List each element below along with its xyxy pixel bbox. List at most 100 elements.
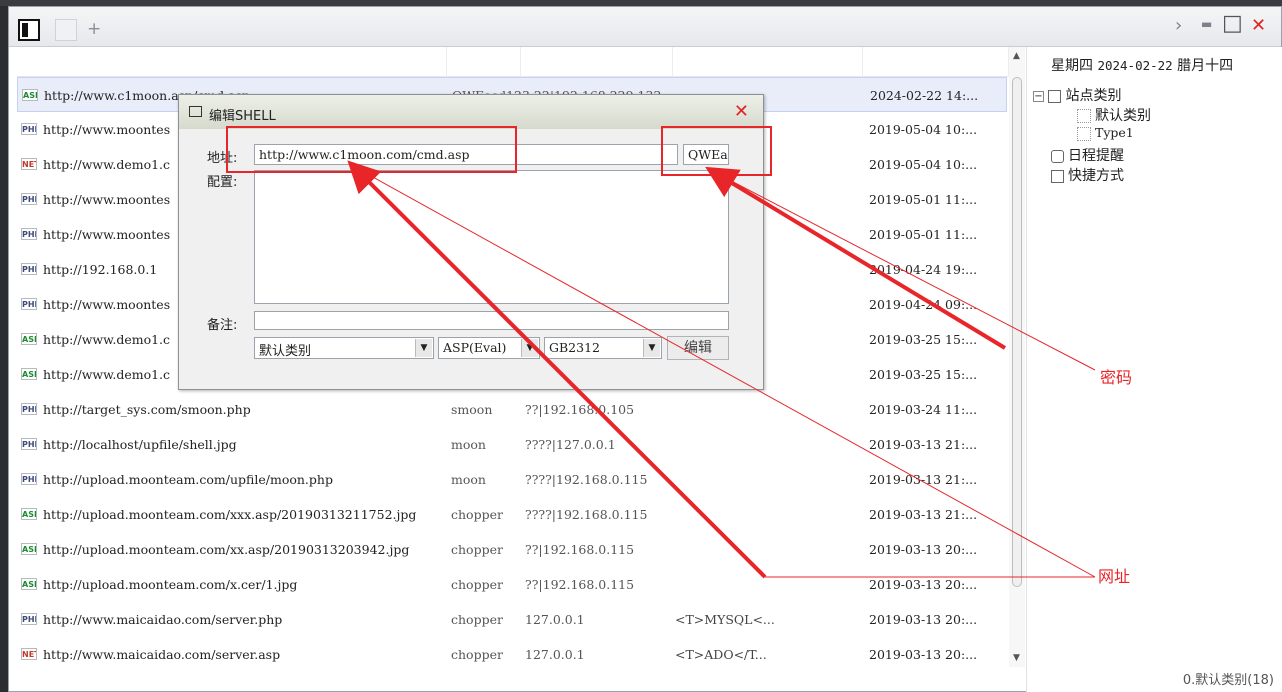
row-ip: ????|192.168.0.115: [525, 472, 648, 487]
script-type-select[interactable]: ASP(Eval) ▼: [438, 337, 540, 359]
row-ip: ????|192.168.0.115: [525, 507, 648, 522]
category-icon: [1077, 126, 1091, 141]
tree-node-type1[interactable]: Type1: [1077, 125, 1134, 141]
header-col-note[interactable]: [447, 47, 521, 77]
row-time: 2019-03-25 15:...: [869, 367, 978, 382]
config-label: 配置:: [207, 175, 238, 190]
weekday: 星期四: [1051, 58, 1093, 74]
row-url: http://upload.moonteam.com/xx.asp/201903…: [43, 542, 410, 557]
row-url: http://www.maicaidao.com/server.php: [43, 612, 283, 627]
row-ip: 127.0.0.1: [525, 647, 585, 662]
row-ip: ????|127.0.0.1: [525, 437, 616, 452]
config-textarea[interactable]: [254, 170, 729, 304]
php-file-icon: PHP: [21, 298, 37, 310]
header-col-time[interactable]: [863, 47, 1009, 77]
row-time: 2019-03-24 11:...: [869, 402, 978, 417]
panel-toggle-button[interactable]: [18, 19, 40, 41]
row-time: 2024-02-22 14:...: [870, 88, 979, 103]
password-annotation: 密码: [1100, 368, 1133, 387]
php-file-icon: PHP: [21, 263, 37, 275]
encoding-select[interactable]: GB2312 ▼: [544, 337, 662, 359]
chevron-down-icon: ▼: [643, 339, 660, 357]
asp-file-icon: ASP: [22, 89, 38, 101]
table-row[interactable]: ASP http://upload.moonteam.com/xx.asp/201…: [17, 532, 1007, 567]
row-note: chopper: [451, 507, 503, 522]
net-file-icon: NET: [21, 158, 37, 170]
maximize-button[interactable]: □: [1222, 11, 1243, 36]
tab-page-button[interactable]: [55, 19, 77, 41]
table-row[interactable]: PHP http://www.maicaidao.com/server.php ch…: [17, 602, 1007, 637]
edit-button[interactable]: 编辑: [667, 336, 729, 360]
row-time: 2019-03-13 20:...: [869, 612, 978, 627]
tree-node-shortcuts[interactable]: 快捷方式: [1051, 165, 1124, 185]
scrollbar-thumb[interactable]: [1012, 77, 1022, 587]
row-note: chopper: [451, 612, 503, 627]
scroll-down-icon[interactable]: ▼: [1013, 653, 1020, 663]
url-annotation: 网址: [1098, 567, 1131, 586]
tree-node-schedule[interactable]: 日程提醒: [1051, 145, 1124, 165]
row-note: moon: [451, 437, 486, 452]
row-time: 2019-03-25 15:...: [869, 332, 978, 347]
php-file-icon: PHP: [21, 403, 37, 415]
date-text: 2024-02-22: [1097, 58, 1173, 73]
row-time: 2019-03-13 20:...: [869, 542, 978, 557]
tab-bar: + › ▬ □ ✕: [9, 7, 1281, 47]
category-select[interactable]: 默认类别 ▼: [254, 337, 434, 359]
category-icon: [1077, 109, 1091, 123]
php-file-icon: PHP: [21, 123, 37, 135]
php-file-icon: PHP: [21, 438, 37, 450]
row-time: 2019-05-01 11:...: [869, 227, 978, 242]
minimize-button[interactable]: ▬: [1201, 17, 1212, 31]
hand-icon: [1051, 169, 1064, 183]
row-url: http://upload.moonteam.com/upfile/moon.p…: [43, 472, 333, 487]
scroll-up-icon[interactable]: ▲: [1013, 51, 1020, 61]
new-tab-button[interactable]: +: [87, 19, 101, 39]
header-col-config[interactable]: [673, 47, 863, 77]
list-scrollbar[interactable]: ▲ ▼: [1009, 47, 1025, 667]
asp-file-icon: ASP: [21, 368, 37, 380]
row-note: chopper: [451, 542, 503, 557]
net-file-icon: NET: [21, 648, 37, 660]
row-time: 2019-03-13 21:...: [869, 437, 978, 452]
table-row[interactable]: PHP http://target_sys.com/smoon.php smoon?…: [17, 392, 1007, 427]
chevron-down-icon: ▼: [415, 339, 432, 357]
dialog-title: 编辑SHELL: [209, 109, 276, 124]
row-note: chopper: [451, 647, 503, 662]
row-time: 2019-03-13 21:...: [869, 472, 978, 487]
dialog-close-button[interactable]: ✕: [734, 101, 749, 122]
row-time: 2019-03-13 20:...: [869, 577, 978, 592]
dialog-titlebar[interactable]: 编辑SHELL ✕: [179, 95, 763, 129]
remark-input[interactable]: [254, 311, 729, 330]
chevron-right-icon[interactable]: ›: [1175, 15, 1182, 36]
header-col-url[interactable]: [17, 47, 447, 77]
asp-file-icon: ASP: [21, 508, 37, 520]
row-ip: 127.0.0.1: [525, 612, 585, 627]
row-url: http://upload.moonteam.com/x.cer/1.jpg: [43, 577, 298, 592]
row-time: 2019-03-13 20:...: [869, 647, 978, 662]
php-file-icon: PHP: [21, 473, 37, 485]
header-col-ip[interactable]: [521, 47, 673, 77]
row-time: 2019-04-24 19:...: [869, 262, 978, 277]
lunar-date: 腊月十四: [1177, 58, 1234, 74]
row-url: http://www.maicaidao.com/server.asp: [43, 647, 281, 662]
table-row[interactable]: NET http://www.maicaidao.com/server.asp ch…: [17, 637, 1007, 672]
php-file-icon: PHP: [21, 613, 37, 625]
table-row[interactable]: PHP http://upload.moonteam.com/upfile/moo…: [17, 462, 1007, 497]
row-note: moon: [451, 472, 486, 487]
table-row[interactable]: PHP http://localhost/upfile/shell.jpg moon…: [17, 427, 1007, 462]
row-url: http://upload.moonteam.com/xxx.asp/20190…: [43, 507, 417, 522]
asp-file-icon: ASP: [21, 578, 37, 590]
row-ip: ??|192.168.0.115: [525, 577, 635, 592]
tree-node-default-category[interactable]: 默认类别: [1077, 105, 1151, 125]
table-row[interactable]: ASP http://upload.moonteam.com/xxx.asp/20…: [17, 497, 1007, 532]
table-row[interactable]: ASP http://upload.moonteam.com/x.cer/1.jp…: [17, 567, 1007, 602]
remark-label: 备注:: [207, 318, 238, 333]
list-header: [17, 47, 1009, 77]
chevron-down-icon: ▼: [521, 339, 538, 357]
row-note: chopper: [451, 577, 503, 592]
close-button[interactable]: ✕: [1251, 15, 1266, 36]
row-time: 2019-05-01 11:...: [869, 192, 978, 207]
collapse-icon[interactable]: −: [1033, 90, 1044, 102]
tree-node-site-category[interactable]: − 站点类别: [1033, 85, 1121, 105]
row-config: <T>MYSQL<...: [675, 612, 775, 627]
